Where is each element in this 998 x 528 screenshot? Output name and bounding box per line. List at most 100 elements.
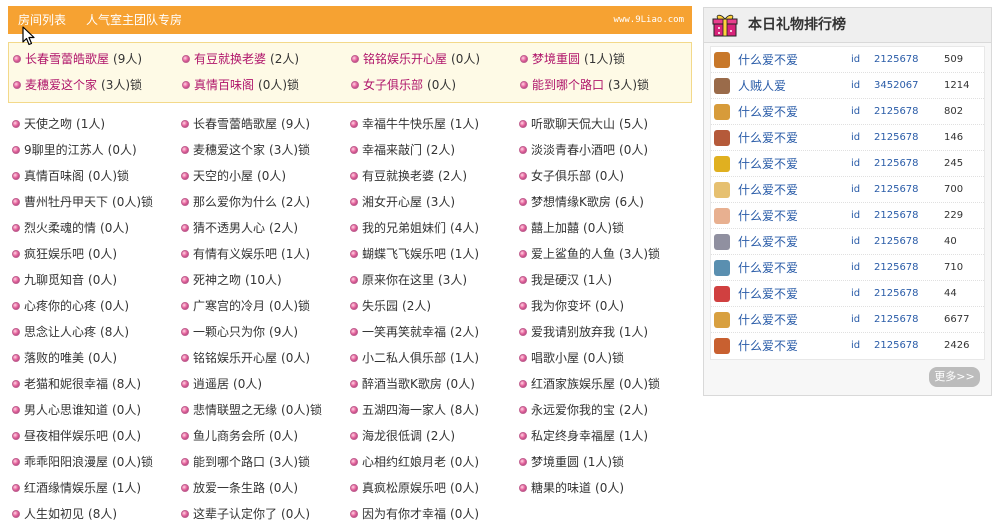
room-link[interactable]: 私定终身幸福屋 xyxy=(531,429,615,443)
ranking-user-name[interactable]: 什么爱不爱 xyxy=(738,203,798,229)
ranking-user-name[interactable]: 什么爱不爱 xyxy=(738,307,798,333)
room-link[interactable]: 唱歌小屋 xyxy=(531,351,579,365)
room-link[interactable]: 有情有义娱乐吧 xyxy=(193,247,277,261)
room-link[interactable]: 听歌聊天侃大山 xyxy=(531,117,615,131)
ranking-user-name[interactable]: 人贼人爱 xyxy=(738,73,786,99)
room-link[interactable]: 湘女开心屋 xyxy=(362,195,422,209)
ranking-user-id[interactable]: 2125678 xyxy=(874,99,919,125)
ranking-user-name[interactable]: 什么爱不爱 xyxy=(738,151,798,177)
room-link[interactable]: 9聊里的江苏人 xyxy=(24,143,104,157)
room-link[interactable]: 因为有你才幸福 xyxy=(362,507,446,521)
tab-popular-team-rooms[interactable]: 人气室主团队专房 xyxy=(76,6,192,34)
room-link[interactable]: 我是硬汉 xyxy=(531,273,579,287)
room-link[interactable]: 猜不透男人心 xyxy=(193,221,265,235)
ranking-user-id[interactable]: 2125678 xyxy=(874,47,919,73)
room-link[interactable]: 我的兄弟姐妹们 xyxy=(362,221,446,235)
ranking-user-id[interactable]: 2125678 xyxy=(874,333,919,359)
ranking-user-name[interactable]: 什么爱不爱 xyxy=(738,281,798,307)
room-link[interactable]: 悲情联盟之无缘 xyxy=(193,403,277,417)
room-link[interactable]: 长春雪蕾皓歌屋 xyxy=(193,117,277,131)
ranking-user-id[interactable]: 3452067 xyxy=(874,73,919,99)
room-link[interactable]: 醉酒当歌K歌房 xyxy=(362,377,442,391)
room-user-count: (0人) xyxy=(257,169,287,183)
room-link[interactable]: 思念让人心疼 xyxy=(24,325,96,339)
room-link[interactable]: 能到哪个路口 xyxy=(193,455,265,469)
ranking-user-id[interactable]: 2125678 xyxy=(874,255,919,281)
room-link[interactable]: 真情百味阁 xyxy=(194,78,254,92)
room-link[interactable]: 那么爱你为什么 xyxy=(193,195,277,209)
tab-room-list[interactable]: 房间列表 xyxy=(8,6,76,34)
room-link[interactable]: 一笑再笑就幸福 xyxy=(362,325,446,339)
ranking-user-name[interactable]: 什么爱不爱 xyxy=(738,99,798,125)
room-link[interactable]: 爱上鲨鱼的人鱼 xyxy=(531,247,615,261)
room-link[interactable]: 能到哪个路口 xyxy=(532,78,604,92)
room-link[interactable]: 铭铭娱乐开心屋 xyxy=(363,52,447,66)
room-link[interactable]: 昼夜相伴娱乐吧 xyxy=(24,429,108,443)
ranking-user-name[interactable]: 什么爱不爱 xyxy=(738,333,798,359)
ranking-user-name[interactable]: 什么爱不爱 xyxy=(738,125,798,151)
ranking-user-name[interactable]: 什么爱不爱 xyxy=(738,47,798,73)
room-link[interactable]: 有豆就换老婆 xyxy=(362,169,434,183)
room-link[interactable]: 淡淡青春小酒吧 xyxy=(531,143,615,157)
room-link[interactable]: 麦穗爱这个家 xyxy=(25,78,97,92)
room-link[interactable]: 老猫和妮很幸福 xyxy=(24,377,108,391)
room-link[interactable]: 天使之吻 xyxy=(24,117,72,131)
room-link[interactable]: 逍遥居 xyxy=(193,377,229,391)
room-link[interactable]: 死神之吻 xyxy=(193,273,241,287)
room-link[interactable]: 海龙很低调 xyxy=(362,429,422,443)
room-link[interactable]: 红酒家族娱乐屋 xyxy=(531,377,615,391)
room-link[interactable]: 蝴蝶飞飞娱乐吧 xyxy=(362,247,446,261)
room-link[interactable]: 梦想情缘K歌房 xyxy=(531,195,611,209)
ranking-user-name[interactable]: 什么爱不爱 xyxy=(738,177,798,203)
room-link[interactable]: 男人心思谁知道 xyxy=(24,403,108,417)
room-link[interactable]: 这辈子认定你了 xyxy=(193,507,277,521)
room-link[interactable]: 长春雪蕾皓歌屋 xyxy=(25,52,109,66)
room-link[interactable]: 乖乖阳阳浪漫屋 xyxy=(24,455,108,469)
room-link[interactable]: 永远爱你我的宝 xyxy=(531,403,615,417)
room-link[interactable]: 广寒宫的冷月 xyxy=(193,299,265,313)
room-link[interactable]: 幸福来敲门 xyxy=(362,143,422,157)
room-link[interactable]: 心相约红娘月老 xyxy=(362,455,446,469)
room-link[interactable]: 幸福牛牛快乐屋 xyxy=(362,117,446,131)
ranking-user-name[interactable]: 什么爱不爱 xyxy=(738,255,798,281)
room-link[interactable]: 烈火柔魂的情 xyxy=(24,221,96,235)
room-link[interactable]: 天空的小屋 xyxy=(193,169,253,183)
room-link[interactable]: 五湖四海一家人 xyxy=(362,403,446,417)
room-link[interactable]: 有豆就换老婆 xyxy=(194,52,266,66)
room-link[interactable]: 真情百味阁 xyxy=(24,169,84,183)
room-link[interactable]: 梦境重圆 xyxy=(532,52,580,66)
ranking-user-id[interactable]: 2125678 xyxy=(874,125,919,151)
room-link[interactable]: 麦穗爱这个家 xyxy=(193,143,265,157)
ranking-user-id[interactable]: 2125678 xyxy=(874,281,919,307)
room-link[interactable]: 疯狂娱乐吧 xyxy=(24,247,84,261)
room-link[interactable]: 曹州牡丹甲天下 xyxy=(24,195,108,209)
ranking-user-id[interactable]: 2125678 xyxy=(874,177,919,203)
room-link[interactable]: 梦境重圆 xyxy=(531,455,579,469)
room-link[interactable]: 囍上加囍 xyxy=(531,221,579,235)
room-link[interactable]: 九聊觅知音 xyxy=(24,273,84,287)
ranking-user-id[interactable]: 2125678 xyxy=(874,203,919,229)
room-link[interactable]: 我为你变坏 xyxy=(531,299,591,313)
room-link[interactable]: 女子俱乐部 xyxy=(363,78,423,92)
room-link[interactable]: 铭铭娱乐开心屋 xyxy=(193,351,277,365)
ranking-user-id[interactable]: 2125678 xyxy=(874,307,919,333)
more-button[interactable]: 更多>> xyxy=(929,367,980,387)
room-entry: 老猫和妮很幸福 (8人) xyxy=(12,371,141,397)
room-link[interactable]: 心疼你的心疼 xyxy=(24,299,96,313)
room-link[interactable]: 原来你在这里 xyxy=(362,273,434,287)
room-link[interactable]: 放爱一条生路 xyxy=(193,481,265,495)
room-link[interactable]: 女子俱乐部 xyxy=(531,169,591,183)
room-link[interactable]: 一颗心只为你 xyxy=(193,325,265,339)
ranking-user-name[interactable]: 什么爱不爱 xyxy=(738,229,798,255)
room-link[interactable]: 糖果的味道 xyxy=(531,481,591,495)
room-link[interactable]: 爱我请别放弃我 xyxy=(531,325,615,339)
room-link[interactable]: 鱼儿商务会所 xyxy=(193,429,265,443)
room-link[interactable]: 红酒缘情娱乐屋 xyxy=(24,481,108,495)
room-link[interactable]: 真疯松原娱乐吧 xyxy=(362,481,446,495)
ranking-user-id[interactable]: 2125678 xyxy=(874,229,919,255)
room-link[interactable]: 失乐园 xyxy=(362,299,398,313)
room-link[interactable]: 落败的唯美 xyxy=(24,351,84,365)
room-link[interactable]: 小二私人俱乐部 xyxy=(362,351,446,365)
ranking-user-id[interactable]: 2125678 xyxy=(874,151,919,177)
room-link[interactable]: 人生如初见 xyxy=(24,507,84,521)
